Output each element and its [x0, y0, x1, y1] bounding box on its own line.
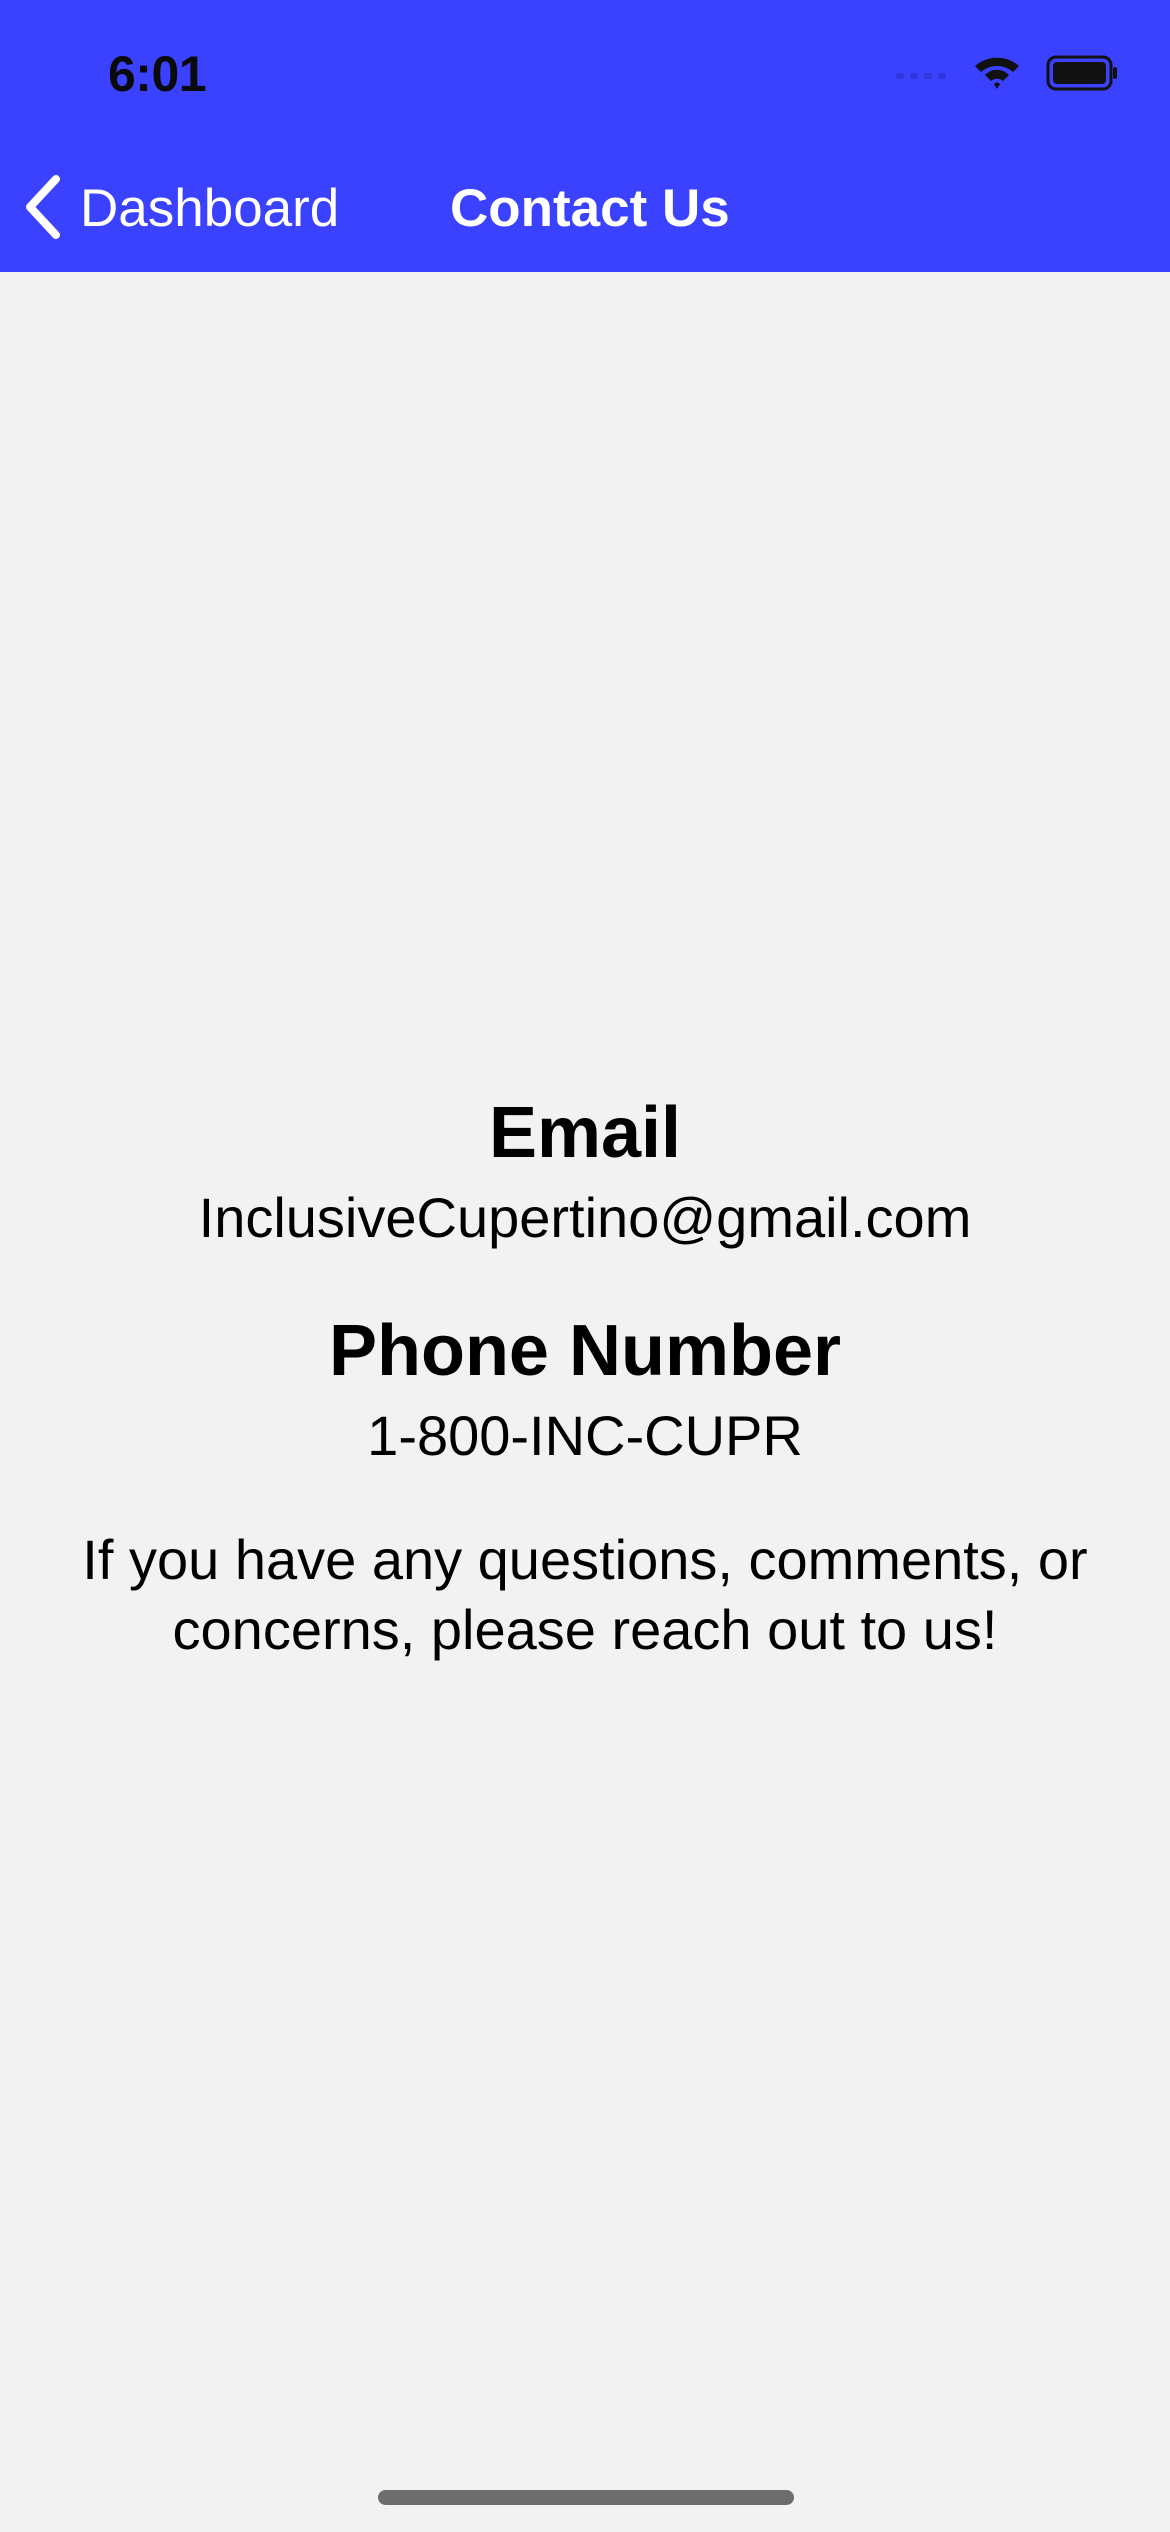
phone-number-heading: Phone Number	[328, 1311, 842, 1391]
home-indicator[interactable]	[378, 2490, 794, 2505]
back-button-dashboard[interactable]: Dashboard	[22, 174, 340, 245]
email-address: InclusiveCupertino@gmail.com	[198, 1186, 972, 1249]
back-button-label: Dashboard	[80, 179, 340, 238]
email-heading: Email	[488, 1093, 682, 1173]
navigation-bar: Dashboard Contact Us	[0, 150, 1170, 266]
chevron-left-icon	[22, 174, 64, 245]
phone-number: 1-800-INC-CUPR	[367, 1404, 803, 1467]
contact-details: Email InclusiveCupertino@gmail.com Phone…	[0, 1085, 1170, 1665]
status-icons	[896, 52, 1118, 98]
contact-us-screen: 6:01 Dashboard Contact Us Email Inclusiv…	[0, 0, 1170, 2532]
status-time: 6:01	[108, 46, 207, 102]
contact-message: If you have any questions, comments, or …	[82, 1528, 1088, 1661]
signal-icon	[896, 65, 948, 86]
top-bar: 6:01 Dashboard Contact Us	[0, 0, 1170, 272]
wifi-icon	[972, 53, 1022, 98]
battery-icon	[1046, 54, 1118, 97]
page-title: Contact Us	[450, 179, 730, 238]
